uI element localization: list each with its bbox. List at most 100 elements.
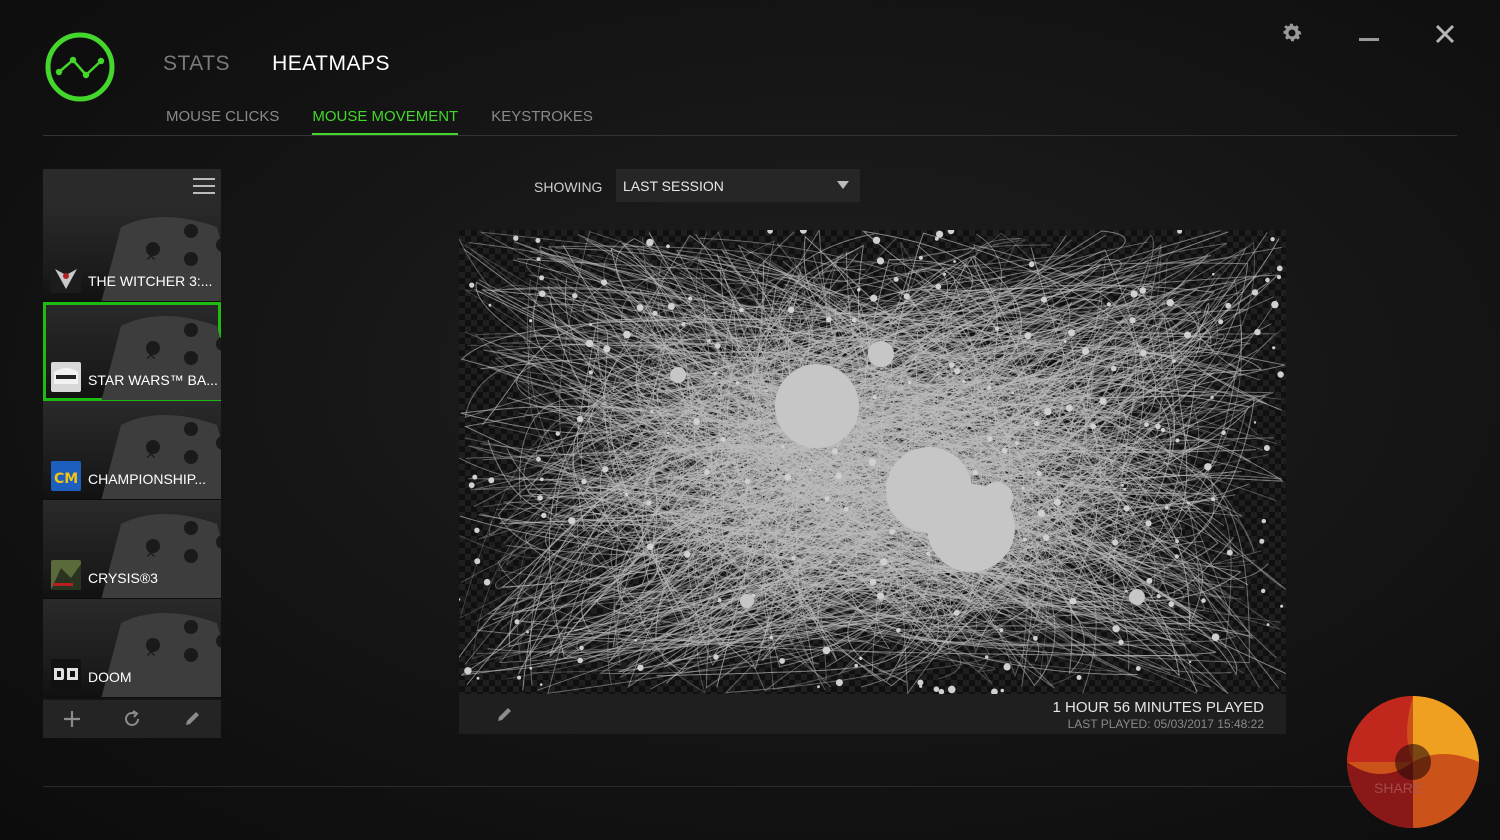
click-dot bbox=[926, 551, 931, 556]
click-dot bbox=[1043, 534, 1050, 541]
click-dot bbox=[476, 676, 480, 680]
click-dot bbox=[962, 380, 966, 384]
pencil-icon[interactable] bbox=[495, 706, 513, 724]
click-dot bbox=[857, 288, 861, 292]
click-dot bbox=[539, 477, 544, 482]
click-dot bbox=[684, 551, 691, 558]
click-dot bbox=[1164, 505, 1169, 510]
click-dot bbox=[1276, 265, 1283, 272]
click-dot bbox=[1036, 470, 1042, 477]
click-dot bbox=[624, 492, 629, 497]
dwell-blob bbox=[1129, 589, 1145, 605]
click-dot bbox=[517, 675, 522, 680]
click-dot bbox=[765, 389, 768, 393]
session-select[interactable]: LAST SESSION bbox=[616, 169, 860, 202]
click-dot bbox=[1272, 346, 1276, 350]
close-icon[interactable] bbox=[1434, 20, 1456, 46]
click-dot bbox=[1211, 497, 1215, 502]
heatmap-trails bbox=[459, 230, 1286, 694]
dwell-blob bbox=[981, 482, 1013, 514]
witcher-icon bbox=[51, 263, 81, 293]
click-dot bbox=[1251, 289, 1259, 296]
click-dot bbox=[870, 294, 878, 302]
click-dot bbox=[529, 666, 533, 670]
click-dot bbox=[948, 685, 956, 694]
click-dot bbox=[735, 381, 740, 385]
minimize-icon[interactable] bbox=[1358, 20, 1380, 46]
click-dot bbox=[1221, 430, 1226, 436]
click-dot bbox=[1068, 329, 1075, 337]
game-item-championship[interactable]: ✕ CM CHAMPIONSHIP... bbox=[43, 401, 221, 500]
click-dot bbox=[536, 257, 541, 261]
click-dot bbox=[1028, 261, 1035, 268]
click-dot bbox=[1226, 549, 1233, 556]
click-dot bbox=[769, 635, 774, 640]
add-icon[interactable] bbox=[63, 710, 81, 728]
click-dot bbox=[704, 469, 710, 476]
click-dot bbox=[935, 283, 942, 290]
click-dot bbox=[859, 656, 863, 660]
click-dot bbox=[1266, 623, 1270, 627]
click-dot bbox=[1175, 539, 1179, 544]
click-dot bbox=[1254, 328, 1261, 336]
click-dot bbox=[529, 319, 533, 323]
svg-text:✕: ✕ bbox=[145, 447, 157, 463]
click-dot bbox=[539, 290, 546, 297]
click-dot bbox=[876, 592, 885, 600]
click-dot bbox=[1021, 486, 1025, 490]
click-dot bbox=[835, 679, 843, 687]
gear-icon[interactable] bbox=[1280, 20, 1304, 46]
click-dot bbox=[577, 657, 583, 664]
click-dot bbox=[572, 293, 578, 299]
click-dot bbox=[917, 679, 924, 686]
time-played: 1 HOUR 56 MINUTES PLAYED bbox=[1052, 699, 1264, 716]
refresh-icon[interactable] bbox=[122, 709, 142, 729]
click-dot bbox=[693, 418, 701, 425]
click-dot bbox=[637, 664, 644, 671]
svg-text:✕: ✕ bbox=[145, 645, 157, 661]
click-dot bbox=[953, 260, 956, 263]
click-dot bbox=[1130, 290, 1138, 298]
click-dot bbox=[1037, 509, 1045, 517]
mouse-movement-heatmap bbox=[459, 230, 1286, 694]
click-dot bbox=[688, 296, 693, 301]
dwell-blob bbox=[868, 341, 894, 367]
hamburger-icon[interactable] bbox=[193, 178, 215, 195]
crysis-icon bbox=[51, 560, 81, 590]
click-dot bbox=[1265, 277, 1270, 283]
click-dot bbox=[907, 380, 912, 385]
click-dot bbox=[602, 466, 609, 473]
click-dot bbox=[872, 395, 877, 400]
click-dot bbox=[872, 236, 881, 244]
svg-text:✕: ✕ bbox=[145, 546, 157, 562]
heatmap-subnav: MOUSE CLICKS MOUSE MOVEMENT KEYSTROKES bbox=[166, 108, 593, 135]
click-dot bbox=[954, 368, 961, 375]
click-dot bbox=[581, 478, 587, 485]
click-dot bbox=[464, 667, 472, 675]
game-item-doom[interactable]: ✕ DOOM bbox=[43, 599, 221, 698]
click-dot bbox=[880, 558, 888, 566]
edit-icon[interactable] bbox=[183, 710, 201, 728]
game-item-star-wars[interactable]: ✕ STAR WARS™ BA... bbox=[43, 302, 221, 401]
click-dot bbox=[1144, 422, 1149, 427]
click-dot bbox=[1261, 518, 1266, 524]
click-dot bbox=[652, 310, 658, 316]
click-dot bbox=[767, 230, 773, 234]
click-dot bbox=[469, 282, 475, 288]
tab-keystrokes[interactable]: KEYSTROKES bbox=[491, 108, 593, 135]
click-dot bbox=[824, 496, 830, 502]
tab-mouse-movement[interactable]: MOUSE MOVEMENT bbox=[312, 108, 459, 135]
game-name: STAR WARS™ BA... bbox=[88, 372, 218, 388]
game-item-crysis[interactable]: ✕ CRYSIS®3 bbox=[43, 500, 221, 599]
tab-stats[interactable]: STATS bbox=[163, 52, 230, 76]
click-dot bbox=[472, 474, 478, 480]
tab-heatmaps[interactable]: HEATMAPS bbox=[272, 52, 390, 76]
share-label[interactable]: SHARE bbox=[1374, 780, 1422, 796]
tab-mouse-clicks[interactable]: MOUSE CLICKS bbox=[166, 108, 279, 135]
click-dot bbox=[1189, 660, 1192, 663]
star-wars-icon bbox=[51, 362, 81, 392]
game-item-witcher[interactable]: ✕ THE WITCHER 3:... bbox=[43, 203, 221, 302]
click-dot bbox=[1270, 237, 1275, 242]
session-select-value: LAST SESSION bbox=[623, 177, 724, 194]
click-dot bbox=[851, 317, 857, 323]
